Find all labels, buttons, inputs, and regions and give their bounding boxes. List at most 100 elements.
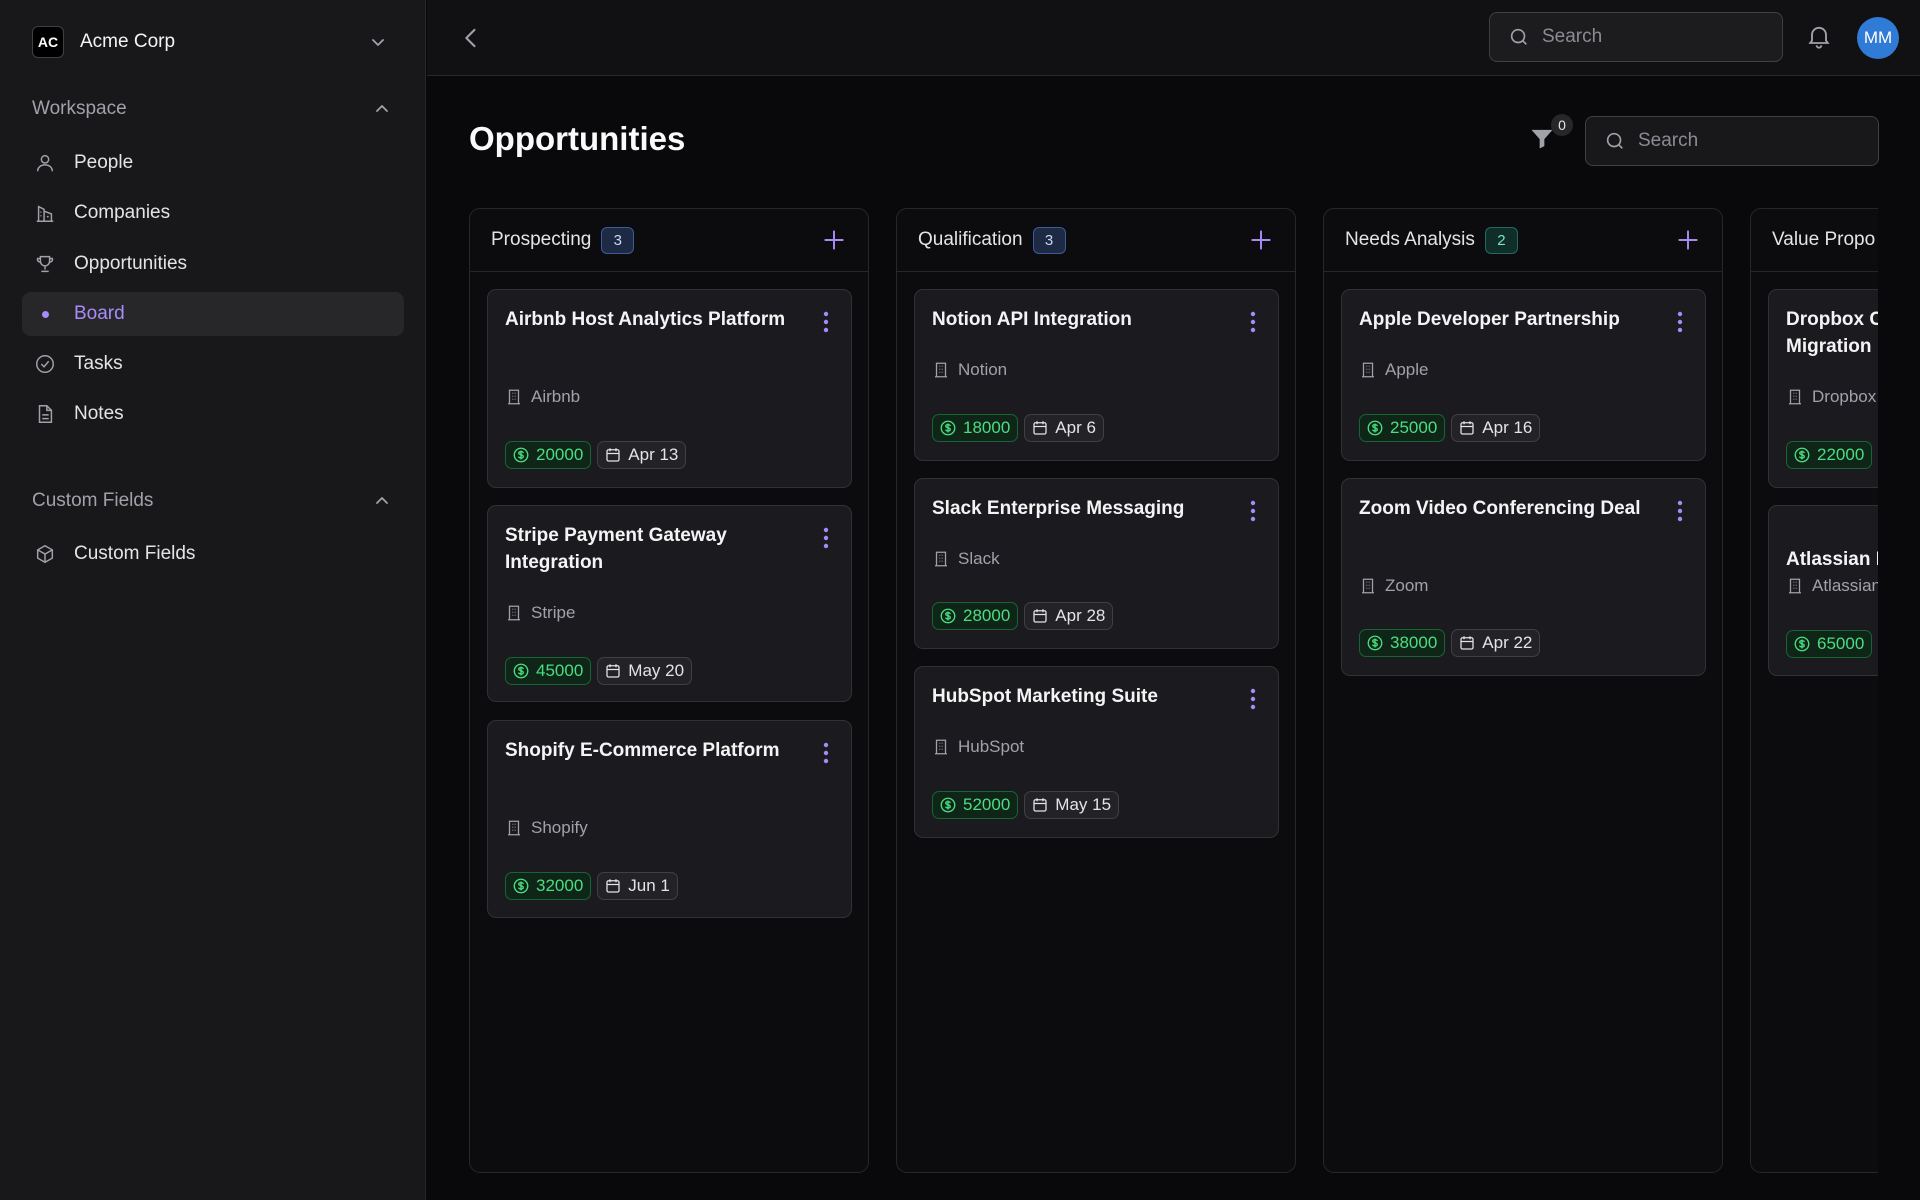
sidebar-item-people[interactable]: People xyxy=(22,141,404,185)
sidebar: AC Acme Corp Workspace People Companies … xyxy=(0,0,426,1200)
card-company: HubSpot xyxy=(932,737,1024,757)
topbar: MM xyxy=(427,0,1920,76)
date-chip: May 15 xyxy=(1024,791,1120,819)
more-options-icon[interactable] xyxy=(1248,309,1258,335)
more-options-icon[interactable] xyxy=(1675,498,1685,524)
amount-chip: 32000 xyxy=(505,872,592,900)
date-chip: Apr 6 xyxy=(1024,414,1104,442)
card-chips: 52000 May 15 xyxy=(932,791,1120,819)
company-name: Shopify xyxy=(531,818,588,837)
amount-value: 22000 xyxy=(1817,445,1865,464)
card-title: Dropbox C Migration xyxy=(1786,309,1878,357)
opportunity-card[interactable]: Shopify E-Commerce Platform Shopify 3200… xyxy=(487,720,852,918)
trophy-icon xyxy=(33,252,57,276)
opportunity-card[interactable]: Stripe Payment Gateway Integration Strip… xyxy=(487,505,852,702)
amount-chip: 52000 xyxy=(932,791,1019,819)
more-options-icon[interactable] xyxy=(1675,309,1685,335)
add-card-button[interactable] xyxy=(1675,227,1701,253)
building-icon xyxy=(932,550,950,568)
dollar-icon xyxy=(939,796,957,814)
dollar-icon xyxy=(1793,635,1811,653)
sidebar-item-notes[interactable]: Notes xyxy=(22,392,404,436)
dollar-icon xyxy=(512,877,530,895)
more-options-icon[interactable] xyxy=(1248,498,1258,524)
card-company: Dropbox xyxy=(1786,387,1876,407)
company-name: Slack xyxy=(958,549,1000,568)
more-options-icon[interactable] xyxy=(1248,686,1258,712)
sidebar-item-tasks[interactable]: Tasks xyxy=(22,342,404,386)
plus-icon xyxy=(821,227,847,253)
check-circle-icon xyxy=(33,352,57,376)
date-value: Apr 28 xyxy=(1055,606,1106,625)
opportunity-card[interactable]: Apple Developer Partnership Apple 25000 … xyxy=(1341,289,1706,461)
board-search[interactable] xyxy=(1585,116,1879,166)
company-name: Zoom xyxy=(1385,576,1429,595)
card-chips: 32000 Jun 1 xyxy=(505,872,678,900)
opportunity-card[interactable]: Dropbox C Migration Dropbox 22000 xyxy=(1768,289,1878,488)
amount-value: 20000 xyxy=(536,445,584,464)
plus-icon xyxy=(1675,227,1701,253)
company-name: HubSpot xyxy=(958,737,1025,756)
org-switcher[interactable]: AC Acme Corp xyxy=(21,16,399,68)
date-chip: Apr 13 xyxy=(597,441,687,469)
dot-icon xyxy=(33,302,57,326)
column-title: Prospecting xyxy=(491,229,592,250)
sidebar-item-board[interactable]: Board xyxy=(22,292,404,336)
dollar-icon xyxy=(939,419,957,437)
column-count-badge: 3 xyxy=(1032,226,1066,254)
dollar-icon xyxy=(939,607,957,625)
board-search-input[interactable] xyxy=(1638,130,1858,152)
org-logo: AC xyxy=(32,26,64,58)
column-qualification: Qualification 3 Notion API Integration N… xyxy=(896,208,1296,1173)
company-name: Apple xyxy=(1385,360,1429,379)
custom-fields-section-toggle[interactable]: Custom Fields xyxy=(32,485,392,517)
global-search[interactable] xyxy=(1489,12,1783,62)
global-search-input[interactable] xyxy=(1542,26,1762,48)
company-name: Airbnb xyxy=(531,387,581,406)
dollar-icon xyxy=(1793,446,1811,464)
card-company: Notion xyxy=(932,360,1007,380)
opportunity-card[interactable]: Notion API Integration Notion 18000 Apr … xyxy=(914,289,1279,461)
amount-value: 28000 xyxy=(963,606,1011,625)
card-title: HubSpot Marketing Suite xyxy=(932,686,1158,707)
card-chips: 22000 xyxy=(1786,441,1873,469)
calendar-icon xyxy=(1031,796,1049,814)
more-options-icon[interactable] xyxy=(821,525,831,551)
bell-icon[interactable] xyxy=(1805,22,1835,52)
date-value: Apr 22 xyxy=(1482,633,1533,652)
column-count-badge: 3 xyxy=(601,226,635,254)
sidebar-item-label: People xyxy=(74,152,134,173)
avatar[interactable]: MM xyxy=(1857,17,1899,59)
document-icon xyxy=(33,402,57,426)
more-options-icon[interactable] xyxy=(821,309,831,335)
column-prospecting: Prospecting 3 Airbnb Host Analytics Plat… xyxy=(469,208,869,1173)
workspace-section-toggle[interactable]: Workspace xyxy=(32,93,392,125)
sidebar-item-custom-fields[interactable]: Custom Fields xyxy=(22,532,404,576)
opportunity-card[interactable]: HubSpot Marketing Suite HubSpot 52000 Ma… xyxy=(914,666,1279,838)
company-name: Dropbox xyxy=(1812,387,1877,406)
add-card-button[interactable] xyxy=(821,227,847,253)
more-options-icon[interactable] xyxy=(821,740,831,766)
sidebar-item-companies[interactable]: Companies xyxy=(22,191,404,235)
amount-chip: 38000 xyxy=(1359,629,1446,657)
column-title: Needs Analysis xyxy=(1345,229,1475,250)
amount-chip: 65000 xyxy=(1786,630,1873,658)
sidebar-item-label: Board xyxy=(74,303,125,324)
opportunity-card[interactable]: Airbnb Host Analytics Platform Airbnb 20… xyxy=(487,289,852,488)
sidebar-item-opportunities[interactable]: Opportunities xyxy=(22,242,404,286)
amount-chip: 25000 xyxy=(1359,414,1446,442)
calendar-icon xyxy=(604,662,622,680)
building-icon xyxy=(1359,361,1377,379)
amount-value: 32000 xyxy=(536,876,584,895)
building-icon xyxy=(505,604,523,622)
opportunity-card[interactable]: Zoom Video Conferencing Deal Zoom 38000 … xyxy=(1341,478,1706,676)
search-icon xyxy=(1604,130,1626,152)
building-icon xyxy=(505,819,523,837)
opportunity-card[interactable]: Slack Enterprise Messaging Slack 28000 A… xyxy=(914,478,1279,649)
date-value: Apr 6 xyxy=(1055,418,1096,437)
card-chips: 25000 Apr 16 xyxy=(1359,414,1541,442)
back-arrow-icon[interactable] xyxy=(457,24,485,52)
opportunity-card[interactable]: Atlassian D Atlassian 65000 xyxy=(1768,505,1878,676)
add-card-button[interactable] xyxy=(1248,227,1274,253)
card-chips: 28000 Apr 28 xyxy=(932,602,1114,630)
